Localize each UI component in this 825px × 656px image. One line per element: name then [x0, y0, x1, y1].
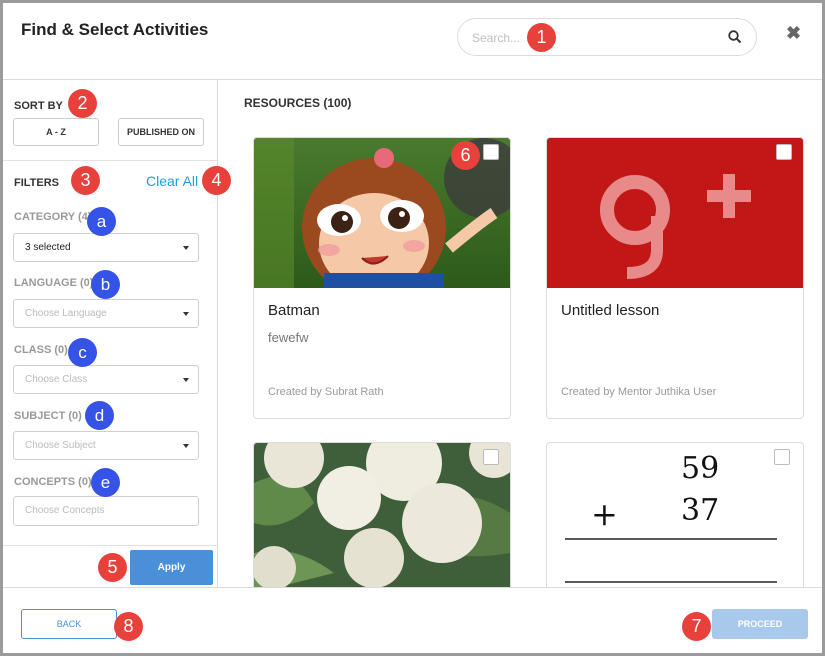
apply-button[interactable]: Apply: [130, 550, 213, 585]
subject-select[interactable]: Choose Subject: [13, 431, 199, 460]
filters-divider: [3, 545, 217, 546]
resource-card[interactable]: Untitled lesson Created by Mentor Juthik…: [546, 137, 804, 419]
filter-sidebar: SORT BY A - Z PUBLISHED ON FILTERS Clear…: [3, 80, 218, 588]
chevron-down-icon: [183, 444, 189, 448]
class-select[interactable]: Choose Class: [13, 365, 199, 394]
category-value: 3 selected: [25, 242, 71, 253]
language-select[interactable]: Choose Language: [13, 299, 199, 328]
back-button[interactable]: BACK: [21, 609, 117, 639]
search-icon[interactable]: [728, 30, 742, 49]
dialog-title: Find & Select Activities: [21, 20, 209, 39]
card-author: Created by Subrat Rath: [268, 386, 384, 398]
callout-marker-e: e: [91, 468, 120, 497]
callout-marker-b: b: [91, 270, 120, 299]
sort-published-button[interactable]: PUBLISHED ON: [118, 118, 204, 146]
card-description: fewefw: [268, 330, 309, 345]
callout-marker-8: 8: [114, 612, 143, 641]
callout-marker-4: 4: [202, 166, 231, 195]
chevron-down-icon: [183, 378, 189, 382]
subject-label: SUBJECT (0): [14, 410, 82, 422]
clear-all-link[interactable]: Clear All: [146, 173, 198, 189]
sort-divider: [3, 160, 217, 161]
concepts-label: CONCEPTS (0): [14, 476, 92, 488]
close-icon[interactable]: ✖: [786, 24, 801, 42]
callout-marker-2: 2: [68, 89, 97, 118]
callout-marker-3: 3: [71, 166, 100, 195]
proceed-button[interactable]: PROCEED: [712, 609, 808, 639]
card-checkbox[interactable]: [483, 449, 499, 465]
resource-card[interactable]: [253, 442, 511, 587]
class-label: CLASS (0): [14, 344, 68, 356]
category-select[interactable]: 3 selected: [13, 233, 199, 262]
card-checkbox[interactable]: [776, 144, 792, 160]
card-thumbnail-math-addition: 59 + 37: [547, 443, 803, 587]
activity-dialog: Find & Select Activities Search... ✖ SOR…: [0, 0, 825, 656]
callout-marker-c: c: [68, 338, 97, 367]
subject-value: Choose Subject: [25, 440, 96, 451]
callout-marker-d: d: [85, 401, 114, 430]
callout-marker-a: a: [87, 207, 116, 236]
language-value: Choose Language: [25, 308, 107, 319]
category-label: CATEGORY (4): [14, 211, 92, 223]
callout-marker-1: 1: [527, 23, 556, 52]
card-thumbnail-cauliflower: [254, 443, 510, 587]
sort-label: SORT BY: [14, 100, 63, 112]
card-author: Created by Mentor Juthika User: [561, 386, 717, 398]
concepts-value: Choose Concepts: [25, 505, 105, 516]
callout-marker-7: 7: [682, 612, 711, 641]
card-title: Untitled lesson: [561, 302, 660, 319]
callout-marker-5: 5: [98, 553, 127, 582]
callout-marker-6: 6: [451, 141, 480, 170]
card-title: Batman: [268, 302, 320, 319]
resource-card[interactable]: Batman fewefw Created by Subrat Rath: [253, 137, 511, 419]
search-box[interactable]: Search...: [457, 18, 757, 56]
footer-divider: [3, 587, 822, 588]
chevron-down-icon: [183, 312, 189, 316]
filters-label: FILTERS: [14, 177, 60, 189]
concepts-input[interactable]: Choose Concepts: [13, 496, 199, 526]
search-input[interactable]: Search...: [472, 31, 520, 45]
class-value: Choose Class: [25, 374, 88, 385]
resource-card[interactable]: 59 + 37: [546, 442, 804, 587]
resources-heading: RESOURCES (100): [244, 96, 352, 110]
chevron-down-icon: [183, 246, 189, 250]
card-thumbnail-google-plus-logo: [547, 138, 803, 288]
language-label: LANGUAGE (0): [14, 277, 94, 289]
card-checkbox[interactable]: [483, 144, 499, 160]
sort-a-z-button[interactable]: A - Z: [13, 118, 99, 146]
card-checkbox[interactable]: [774, 449, 790, 465]
